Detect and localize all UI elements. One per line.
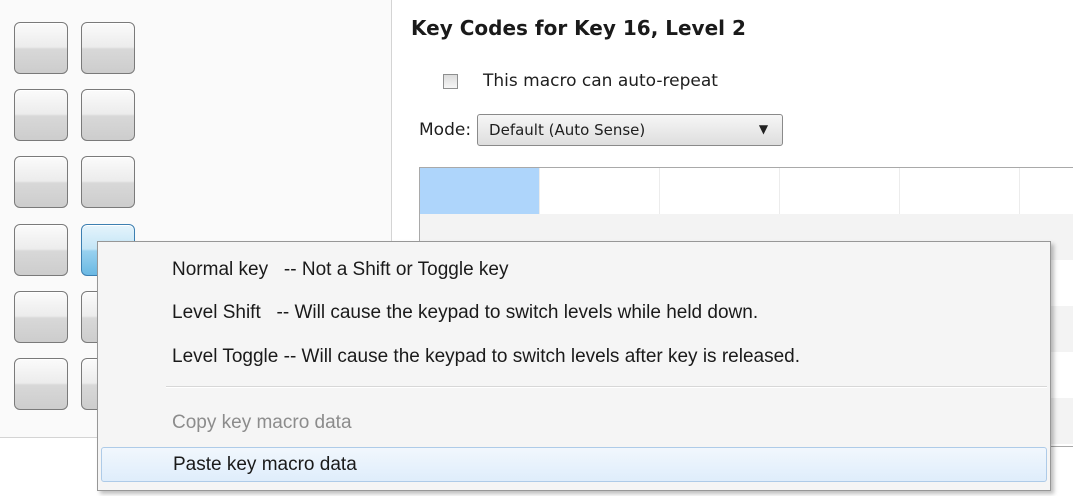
grid-cell[interactable]	[540, 168, 660, 214]
section-title: Key Codes for Key 16, Level 2	[411, 16, 746, 40]
auto-repeat-label: This macro can auto-repeat	[483, 71, 718, 91]
menu-separator	[166, 386, 1047, 388]
context-menu: Normal key -- Not a Shift or Toggle key …	[97, 241, 1051, 491]
key-button[interactable]	[14, 156, 68, 208]
key-button[interactable]	[14, 358, 68, 410]
grid-row	[420, 168, 1073, 214]
grid-cell[interactable]	[900, 168, 1020, 214]
mode-selected-value: Default (Auto Sense)	[489, 121, 646, 139]
menu-item-level-toggle[interactable]: Level Toggle -- Will cause the keypad to…	[101, 339, 1047, 374]
menu-item-level-shift[interactable]: Level Shift -- Will cause the keypad to …	[101, 295, 1047, 330]
key-button[interactable]	[81, 156, 135, 208]
grid-cell[interactable]	[1020, 168, 1073, 214]
menu-item-paste-macro[interactable]: Paste key macro data	[101, 447, 1047, 482]
menu-item-normal-key[interactable]: Normal key -- Not a Shift or Toggle key	[101, 252, 1047, 287]
grid-cell[interactable]	[780, 168, 900, 214]
mode-row: Mode: Default (Auto Sense) ▼	[419, 114, 784, 146]
key-button[interactable]	[14, 22, 68, 74]
key-button[interactable]	[14, 291, 68, 343]
mode-label: Mode:	[419, 120, 472, 140]
key-button[interactable]	[81, 22, 135, 74]
auto-repeat-checkbox[interactable]	[443, 73, 458, 89]
chevron-down-icon: ▼	[758, 122, 769, 136]
key-button[interactable]	[14, 89, 68, 141]
key-button[interactable]	[81, 89, 135, 141]
mode-select[interactable]: Default (Auto Sense) ▼	[477, 114, 784, 146]
grid-cell[interactable]	[660, 168, 780, 214]
grid-cell-selected[interactable]	[420, 168, 540, 214]
menu-item-copy-macro[interactable]: Copy key macro data	[101, 405, 1047, 440]
key-button[interactable]	[14, 224, 68, 276]
auto-repeat-row[interactable]: This macro can auto-repeat	[443, 71, 718, 91]
